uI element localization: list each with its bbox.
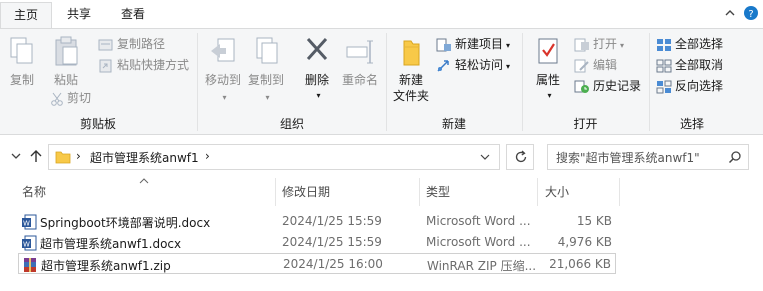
file-size: 15 KB (576, 214, 612, 228)
new-group-label: 新建 (441, 117, 466, 131)
folder-icon (55, 151, 71, 164)
paste-clipboard-icon (55, 36, 78, 66)
organize-group-label: 组织 (279, 117, 304, 131)
column-header-modified[interactable]: 修改日期 (282, 183, 330, 200)
svg-text:W: W (23, 241, 30, 249)
copy-icon (10, 37, 33, 64)
open-group-label: 打开 (573, 117, 598, 131)
file-row[interactable]: W Springboot环境部署说明.docx 2024/1/25 15:59 … (18, 211, 616, 232)
column-header-size[interactable]: 大小 (545, 183, 569, 200)
column-headers: 名称 修改日期 类型 大小 (0, 178, 763, 206)
breadcrumb-current-folder[interactable]: 超市管理系统anwf1 (90, 149, 199, 166)
navigation-bar: › 超市管理系统anwf1 › (0, 140, 763, 174)
column-divider[interactable] (537, 178, 538, 206)
file-name: 超市管理系统anwf1.zip (41, 259, 171, 273)
file-row[interactable]: W 超市管理系统anwf1.docx 2024/1/25 15:59 Micro… (18, 232, 616, 253)
edit-pencil-icon (574, 59, 589, 72)
invert-selection-icon (656, 80, 672, 93)
file-name: 超市管理系统anwf1.docx (40, 237, 182, 251)
file-size: 4,976 KB (557, 235, 612, 249)
tab-view[interactable]: 查看 (110, 2, 156, 28)
select-all-button[interactable]: 全部选择 (656, 35, 723, 55)
move-to-icon (211, 38, 235, 62)
up-arrow-icon[interactable] (28, 148, 44, 164)
help-icon[interactable]: ? (743, 5, 759, 21)
column-divider[interactable] (619, 178, 620, 206)
cut-button[interactable]: 剪切 (50, 89, 91, 109)
refresh-button[interactable] (506, 144, 534, 170)
file-type: Microsoft Word ... (426, 235, 531, 249)
column-header-type[interactable]: 类型 (426, 183, 450, 200)
winrar-icon (24, 258, 36, 272)
easy-access-icon (437, 59, 449, 72)
copy-to-icon (256, 37, 278, 64)
edit-button[interactable]: 编辑 (574, 56, 617, 76)
new-folder-button[interactable]: 新建 文件夹 (390, 35, 432, 104)
search-input[interactable] (556, 149, 726, 166)
move-to-button[interactable]: 移动到▾ (203, 35, 243, 106)
svg-text:W: W (23, 220, 30, 228)
scissors-icon (51, 92, 63, 106)
copy-to-button[interactable]: 复制到▾ (246, 35, 286, 106)
address-dropdown-chevron-icon[interactable] (479, 151, 491, 163)
sort-ascending-icon (139, 178, 149, 184)
refresh-icon (515, 150, 527, 163)
properties-icon (538, 38, 558, 64)
address-bar[interactable]: › 超市管理系统anwf1 › (48, 144, 500, 170)
column-header-name[interactable]: 名称 (22, 183, 46, 200)
open-icon (574, 38, 589, 51)
copy-path-button[interactable]: 复制路径 (98, 35, 165, 55)
new-item-icon (436, 38, 451, 51)
paste-shortcut-button[interactable]: 粘贴快捷方式 (98, 56, 189, 76)
column-divider[interactable] (419, 178, 420, 206)
search-box[interactable] (547, 144, 749, 170)
rename-icon (346, 40, 373, 64)
history-icon (574, 80, 589, 93)
file-row[interactable]: 超市管理系统anwf1.zip 2024/1/25 16:00 WinRAR Z… (18, 253, 616, 274)
delete-x-icon (306, 37, 328, 61)
copy-path-icon (98, 39, 113, 50)
copy-button[interactable]: 复制 (4, 35, 40, 88)
file-type: Microsoft Word ... (426, 214, 531, 228)
file-modified: 2024/1/25 15:59 (282, 214, 382, 228)
rename-button[interactable]: 重命名 (338, 35, 382, 88)
column-divider[interactable] (275, 178, 276, 206)
history-button[interactable]: 历史记录 (574, 77, 641, 97)
open-button[interactable]: 打开 ▾ (574, 35, 624, 55)
breadcrumb-separator[interactable]: › (76, 149, 81, 163)
clipboard-group-label: 剪贴板 (79, 117, 116, 131)
file-modified: 2024/1/25 16:00 (283, 257, 383, 271)
breadcrumb-separator[interactable]: › (205, 149, 210, 163)
new-folder-icon (403, 40, 420, 66)
tab-share[interactable]: 共享 (56, 2, 102, 28)
file-type: WinRAR ZIP 压缩... (427, 259, 537, 273)
recent-locations-chevron-icon[interactable] (8, 148, 24, 164)
invert-selection-button[interactable]: 反向选择 (656, 77, 723, 97)
tab-home[interactable]: 主页 (0, 2, 52, 28)
file-name: Springboot环境部署说明.docx (40, 216, 211, 230)
file-modified: 2024/1/25 15:59 (282, 235, 382, 249)
paste-button[interactable]: 粘贴 (46, 35, 86, 88)
ribbon-tab-bar: 主页 共享 查看 ? (0, 0, 763, 28)
select-all-icon (657, 38, 671, 51)
easy-access-button[interactable]: 轻松访问 ▾ (436, 56, 510, 76)
search-icon[interactable] (728, 150, 742, 164)
select-none-icon (656, 59, 672, 72)
word-icon: W (22, 235, 37, 251)
select-none-button[interactable]: 全部取消 (656, 56, 723, 76)
new-item-button[interactable]: 新建项目 ▾ (436, 35, 510, 55)
word-icon: W (22, 214, 37, 230)
properties-button[interactable]: 属性 ▾ (528, 35, 568, 104)
expand-ribbon-chevron-icon[interactable] (722, 5, 738, 21)
delete-button[interactable]: 删除 ▾ (299, 35, 335, 104)
file-size: 21,066 KB (549, 257, 611, 271)
select-group-label: 选择 (679, 117, 704, 131)
svg-text:?: ? (748, 9, 753, 20)
paste-shortcut-icon (99, 59, 112, 72)
ribbon: 复制 粘贴 复制路径 粘贴快捷方式 剪切 剪贴板 移动到▾ 复制到▾ 删除 ▾ … (0, 28, 763, 135)
